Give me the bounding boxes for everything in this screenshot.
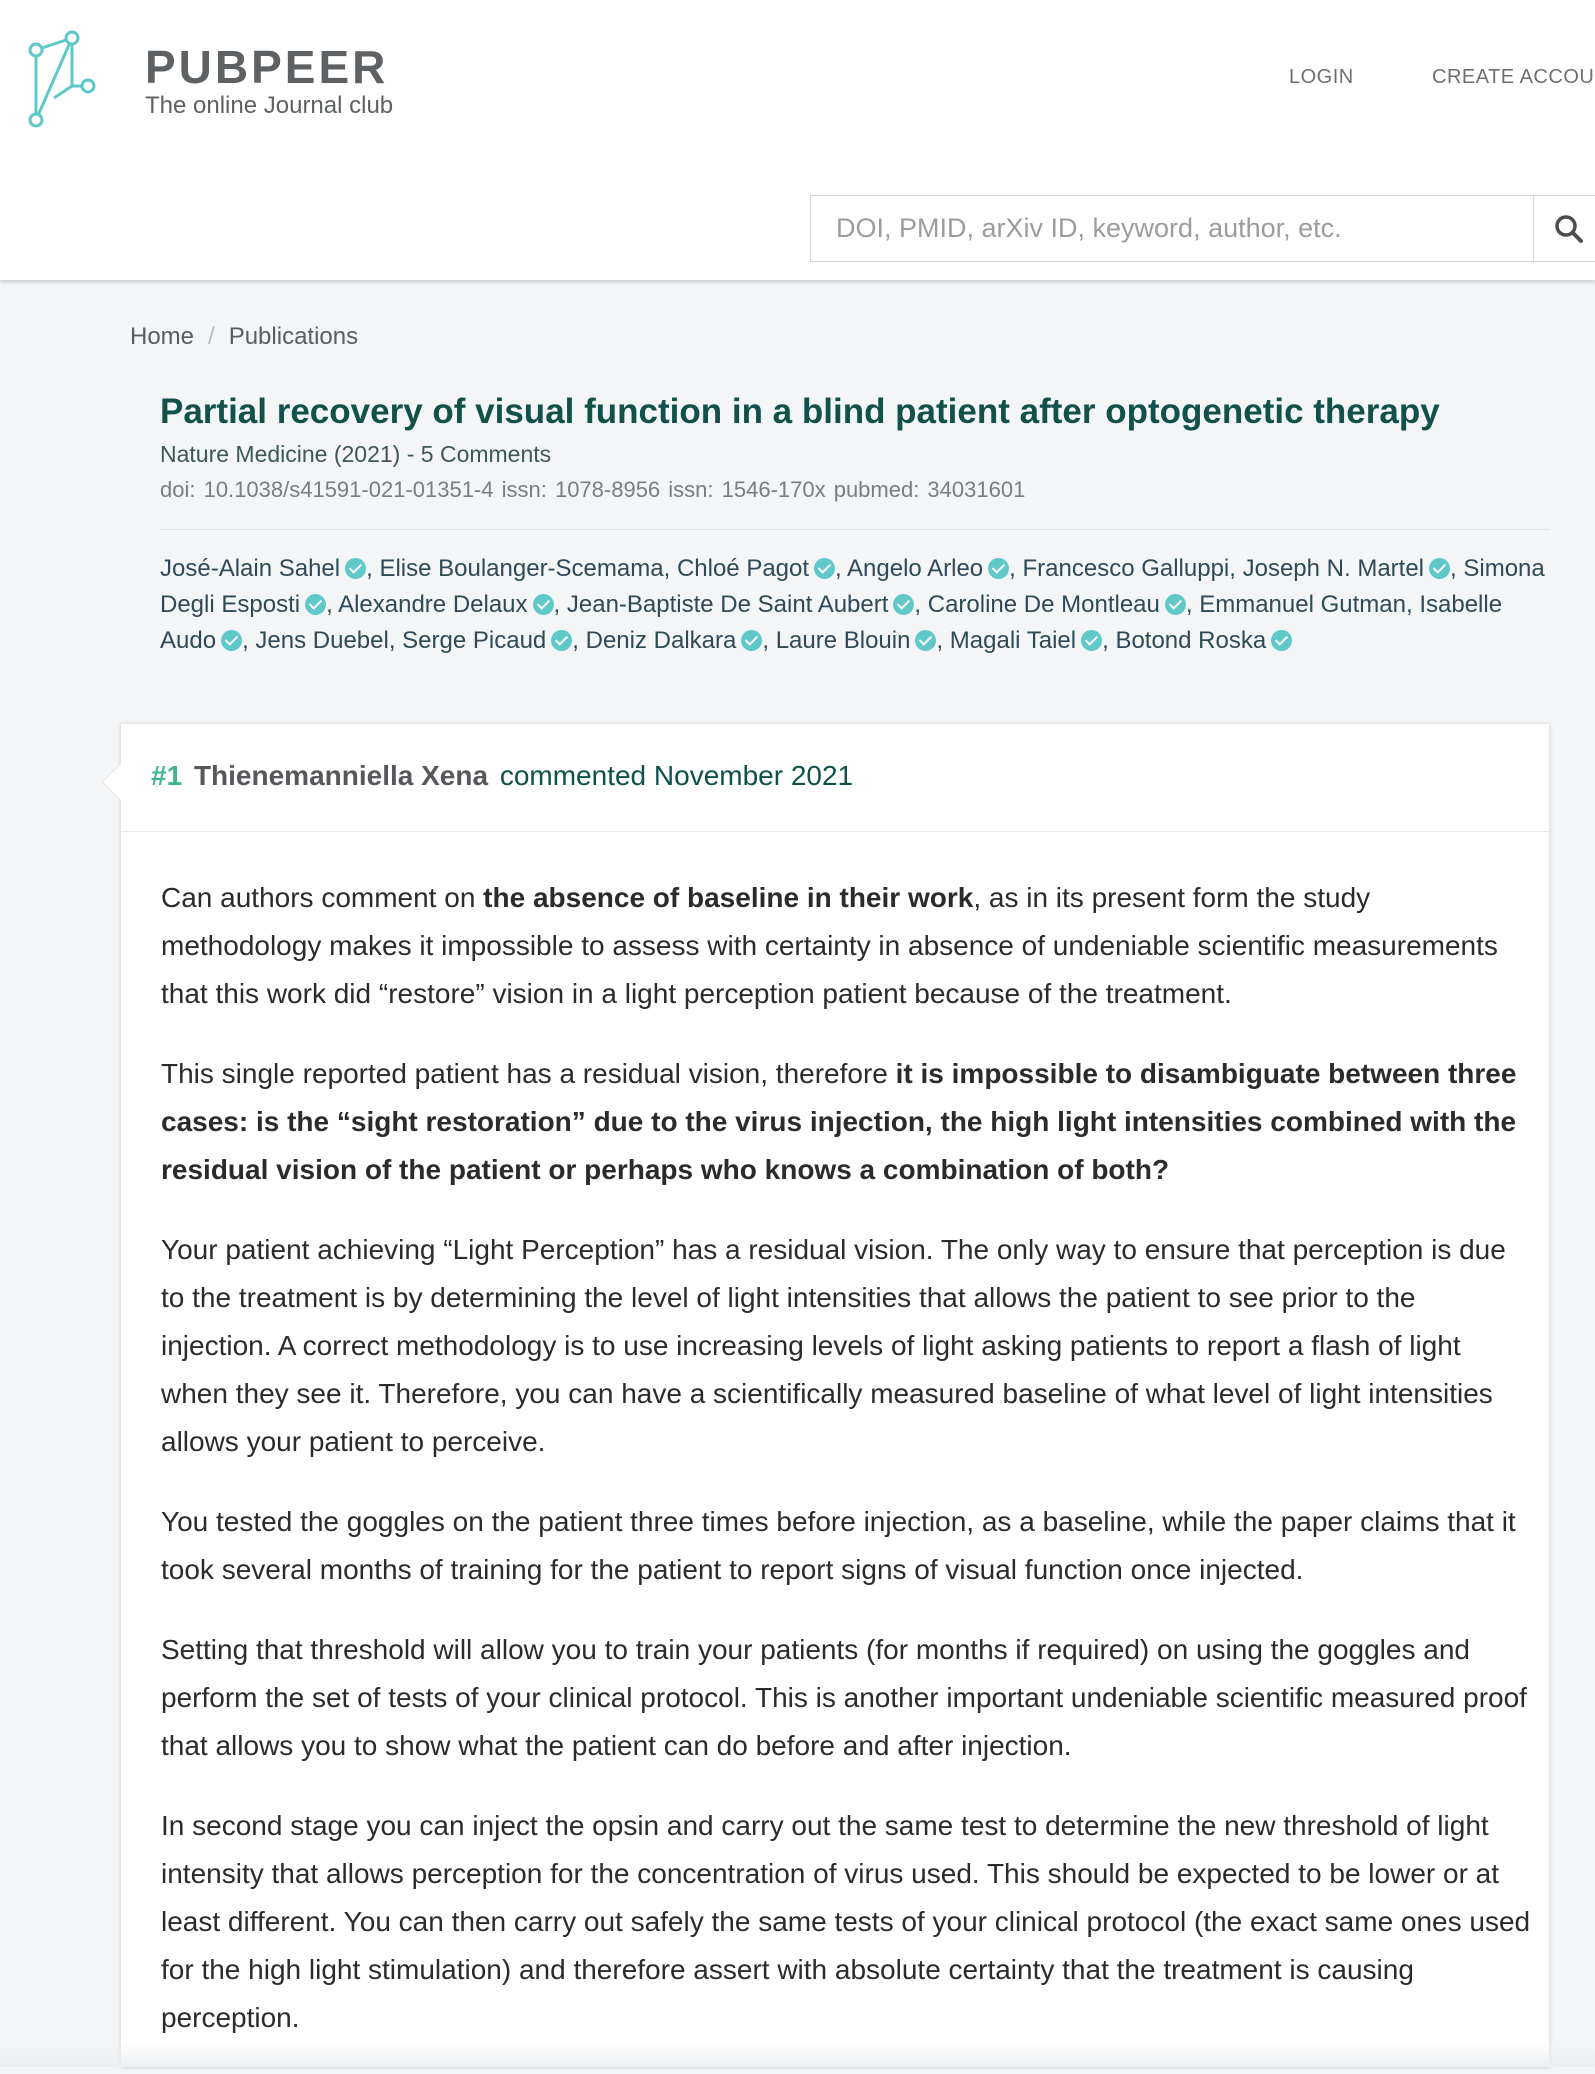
author-name[interactable]: Elise Boulanger-Scemama	[379, 555, 663, 582]
author-name[interactable]: Alexandre Delaux	[338, 591, 527, 618]
author-name[interactable]: Angelo Arleo	[847, 555, 983, 582]
comment-number[interactable]: #1	[151, 760, 182, 791]
verified-check-icon	[221, 630, 243, 651]
search-input[interactable]	[811, 196, 1534, 261]
verified-check-icon	[1429, 558, 1451, 579]
comment-paragraph: You tested the goggles on the patient th…	[161, 1506, 1516, 1585]
author-name[interactable]: Serge Picaud	[402, 627, 546, 654]
login-link[interactable]: LOGIN	[1289, 66, 1354, 89]
publication-title[interactable]: Partial recovery of visual function in a…	[160, 392, 1560, 432]
author-name[interactable]: Botond Roska	[1115, 627, 1266, 654]
verified-check-icon	[814, 558, 836, 579]
comment-notch	[101, 763, 139, 801]
verified-check-icon	[305, 594, 327, 615]
verified-check-icon	[1164, 594, 1186, 615]
logo-tagline: The online Journal club	[145, 92, 394, 119]
verified-check-icon	[1271, 630, 1293, 651]
site-header: PUBPEER The online Journal club LOGIN CR…	[0, 0, 1595, 280]
comment-paragraph: This single reported patient has a resid…	[161, 1058, 1517, 1185]
author-name[interactable]: Francesco Galluppi	[1023, 555, 1230, 582]
verified-check-icon	[1081, 630, 1103, 651]
comment-paragraph: Your patient achieving “Light Perception…	[161, 1234, 1506, 1457]
author-name[interactable]: Magali Taiel	[950, 627, 1076, 654]
comment-date[interactable]: commented November 2021	[500, 760, 853, 791]
search-bar	[810, 195, 1595, 262]
author-name[interactable]: Deniz Dalkara	[586, 627, 737, 654]
author-list: José-Alain Sahel, Elise Boulanger-Scemam…	[160, 555, 1545, 654]
emphasis-text: it is impossible to disambiguate between…	[161, 1058, 1517, 1185]
comment-body: Can authors comment on the absence of ba…	[161, 874, 1531, 2074]
verified-check-icon	[988, 558, 1010, 579]
comment-paragraph: Setting that threshold will allow you to…	[161, 1634, 1527, 1761]
verified-check-icon	[551, 630, 573, 651]
author-name[interactable]: Laure Blouin	[776, 627, 911, 654]
breadcrumb-separator: /	[208, 323, 215, 350]
author-name[interactable]: Joseph N. Martel	[1243, 555, 1424, 582]
comment-card: #1 Thienemanniella Xena commented Novemb…	[101, 723, 1551, 2067]
comment-header: #1 Thienemanniella Xena commented Novemb…	[151, 760, 853, 792]
emphasis-text: the absence of baseline in their work	[483, 882, 974, 913]
comment-paragraph: In second stage you can inject the opsin…	[161, 1810, 1531, 2033]
verified-check-icon	[532, 594, 554, 615]
logo-title[interactable]: PUBPEER	[145, 40, 388, 94]
author-name[interactable]: Caroline De Montleau	[928, 591, 1160, 618]
publication-journal: Nature Medicine (2021) - 5 Comments	[160, 441, 552, 467]
create-account-link[interactable]: CREATE ACCOUNT	[1432, 66, 1595, 89]
pubpeer-logo-icon[interactable]	[26, 28, 104, 132]
search-button[interactable]	[1534, 196, 1595, 261]
verified-check-icon	[345, 558, 367, 579]
page-fold	[0, 2042, 1595, 2067]
breadcrumb-home[interactable]: Home	[130, 323, 194, 350]
author-name[interactable]: Emmanuel Gutman	[1199, 591, 1406, 618]
comment-divider	[121, 831, 1551, 832]
verified-check-icon	[741, 630, 763, 651]
verified-check-icon	[915, 630, 937, 651]
search-icon	[1555, 215, 1583, 243]
author-name[interactable]: Chloé Pagot	[677, 555, 809, 582]
comment-author[interactable]: Thienemanniella Xena	[194, 760, 488, 791]
author-name[interactable]: José-Alain Sahel	[160, 555, 340, 582]
comment-paragraph: Can authors comment on the absence of ba…	[161, 882, 1498, 1009]
author-name[interactable]: Jean-Baptiste De Saint Aubert	[567, 591, 889, 618]
author-name[interactable]: Jens Duebel	[255, 627, 388, 654]
publication-identifiers: doi: 10.1038/s41591-021-01351-4 issn: 10…	[160, 477, 1026, 502]
divider	[160, 529, 1550, 530]
breadcrumb-publications[interactable]: Publications	[229, 323, 358, 350]
verified-check-icon	[893, 594, 915, 615]
breadcrumb: Home / Publications	[130, 323, 358, 351]
